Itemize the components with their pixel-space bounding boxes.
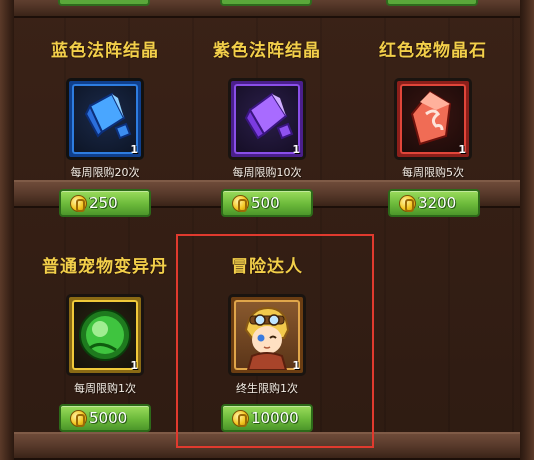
- purchase-limit: 每周限购20次: [70, 166, 140, 179]
- partial-button[interactable]: [58, 0, 150, 6]
- shelf-side-left: [0, 0, 14, 460]
- item-icon-inner: [72, 84, 138, 154]
- buy-button[interactable]: 3200: [388, 189, 480, 217]
- item-icon-frame[interactable]: 1: [66, 78, 144, 160]
- item-price: 3200: [418, 194, 457, 212]
- blue-crystal-icon: [84, 92, 132, 140]
- item-price: 250: [89, 194, 118, 212]
- gold-coin-icon: [70, 410, 87, 427]
- item-name: 紫色法阵结晶: [213, 41, 321, 61]
- partial-button[interactable]: [220, 0, 312, 6]
- shop-panel: 蓝色法阵结晶 1 每周限购20次 250 紫色法阵结晶 1 每周限购10次 50…: [0, 0, 534, 460]
- item-name: 红色宠物晶石: [379, 41, 487, 61]
- buy-button[interactable]: 5000: [59, 404, 151, 432]
- item-icon-inner: [234, 84, 300, 154]
- shop-item-purple-crystal[interactable]: 紫色法阵结晶 1 每周限购10次: [192, 34, 342, 184]
- purchase-limit: 每周限购5次: [402, 166, 464, 179]
- item-icon-frame[interactable]: 1: [66, 294, 144, 376]
- shop-item-red-pet-gem[interactable]: 红色宠物晶石 1 每周限购5次: [358, 34, 508, 184]
- item-icon-inner: [72, 300, 138, 370]
- item-quantity: 1: [130, 359, 138, 372]
- item-price: 5000: [89, 409, 128, 427]
- shop-item-blue-crystal[interactable]: 蓝色法阵结晶 1 每周限购20次: [30, 34, 180, 184]
- item-icon-inner: [400, 84, 466, 154]
- item-price: 500: [251, 194, 280, 212]
- gold-coin-icon: [70, 195, 87, 212]
- shelf-side-right: [520, 0, 534, 460]
- buy-button[interactable]: 500: [221, 189, 313, 217]
- item-quantity: 1: [292, 143, 300, 156]
- partial-button[interactable]: [386, 0, 478, 6]
- item-quantity: 1: [130, 143, 138, 156]
- item-icon-frame[interactable]: 1: [394, 78, 472, 160]
- purchase-limit: 每周限购10次: [232, 166, 302, 179]
- red-pet-gem-icon: [410, 90, 452, 146]
- item-name: 蓝色法阵结晶: [51, 41, 159, 61]
- gold-coin-icon: [399, 195, 416, 212]
- item-icon-frame[interactable]: 1: [228, 78, 306, 160]
- gold-coin-icon: [232, 195, 249, 212]
- purchase-limit: 每周限购1次: [74, 382, 136, 395]
- item-quantity: 1: [458, 143, 466, 156]
- buy-button[interactable]: 250: [59, 189, 151, 217]
- green-pill-icon: [79, 309, 131, 361]
- purple-crystal-icon: [244, 92, 294, 140]
- shop-item-pet-mutation-pill[interactable]: 普通宠物变异丹 1 每周限购1次: [30, 252, 180, 402]
- item-name: 普通宠物变异丹: [42, 257, 168, 277]
- highlight-box: [176, 234, 374, 448]
